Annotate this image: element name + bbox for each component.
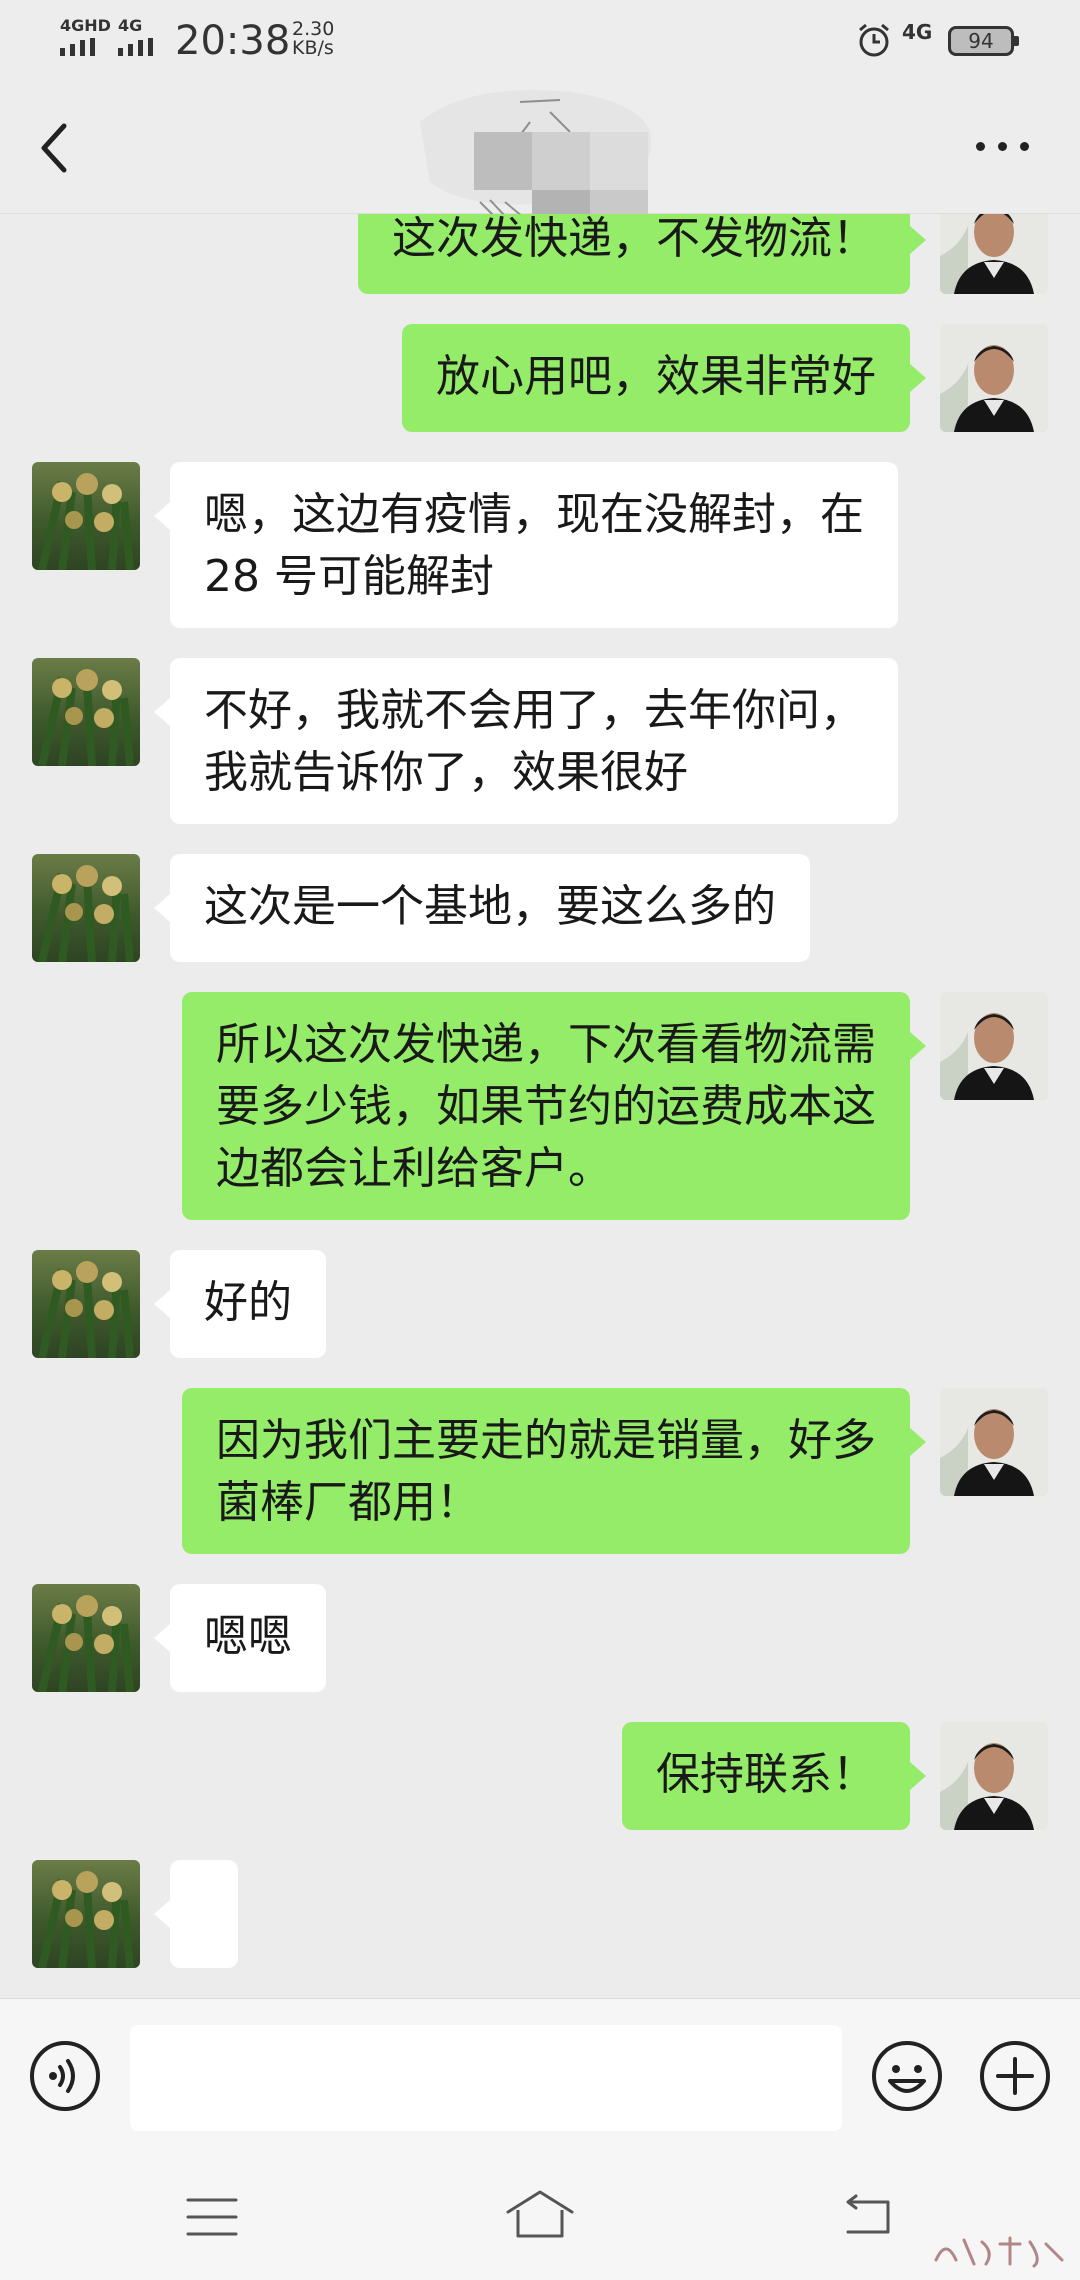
menu-icon[interactable]	[184, 2194, 240, 2240]
my-avatar[interactable]	[940, 214, 1048, 294]
message-row: 嗯，这边有疫情，现在没解封，在 28 号可能解封	[0, 462, 1080, 628]
message-row: 这次是一个基地，要这么多的	[0, 854, 1080, 962]
incoming-message-bubble[interactable]: 不好，我就不会用了，去年你问， 我就告诉你了，效果很好	[154, 658, 898, 824]
message-line: 放心用吧，效果非常好	[436, 351, 876, 402]
contact-avatar[interactable]	[32, 854, 140, 962]
message-line: 所以这次发快递，下次看看物流需	[216, 1019, 876, 1070]
alarm-icon	[859, 23, 889, 57]
message-line: 因为我们主要走的就是销量，好多	[216, 1415, 876, 1466]
message-line: 保持联系！	[656, 1749, 876, 1800]
network-type-1: 4GHD	[60, 16, 111, 35]
my-avatar[interactable]	[940, 992, 1048, 1100]
signal-bars-1-icon	[60, 38, 95, 56]
outgoing-message-bubble[interactable]: 因为我们主要走的就是销量，好多 菌棒厂都用！	[182, 1388, 926, 1554]
outgoing-message-bubble[interactable]: 这次发快递，不发物流！	[358, 214, 926, 294]
message-row: 这次发快递，不发物流！	[0, 214, 1080, 294]
back-icon[interactable]	[840, 2192, 896, 2240]
contact-avatar[interactable]	[32, 1584, 140, 1692]
emoji-icon[interactable]	[870, 2039, 944, 2113]
contact-avatar[interactable]	[32, 1860, 140, 1968]
message-line: 嗯嗯	[204, 1611, 292, 1662]
chevron-left-icon[interactable]	[30, 116, 80, 180]
message-line: 28 号可能解封	[204, 551, 494, 602]
message-input[interactable]	[130, 2025, 842, 2131]
message-line: 嗯，这边有疫情，现在没解封，在	[204, 489, 864, 540]
contact-avatar[interactable]	[32, 462, 140, 570]
outgoing-message-bubble[interactable]: 保持联系！	[622, 1722, 926, 1830]
more-dots-icon[interactable]	[968, 126, 1038, 166]
home-icon[interactable]	[504, 2188, 576, 2240]
status-bar: 4GHD 4G 20:38 2.30 KB/s 4G 94	[0, 0, 1080, 82]
my-avatar[interactable]	[940, 1388, 1048, 1496]
message-line: 菌棒厂都用！	[216, 1477, 480, 1528]
my-avatar[interactable]	[940, 324, 1048, 432]
message-row	[0, 1860, 1080, 1968]
my-avatar[interactable]	[940, 1722, 1048, 1830]
message-line: 要多少钱，如果节约的运费成本这	[216, 1081, 876, 1132]
battery-indicator: 94	[948, 26, 1019, 56]
contact-avatar[interactable]	[32, 658, 140, 766]
message-line: 我就告诉你了，效果很好	[204, 747, 688, 798]
message-row: 放心用吧，效果非常好	[0, 324, 1080, 432]
message-line: 边都会让利给客户。	[216, 1143, 612, 1194]
chat-title-bar	[0, 82, 1080, 248]
message-row: 因为我们主要走的就是销量，好多 菌棒厂都用！	[0, 1388, 1080, 1554]
contact-avatar[interactable]	[32, 1250, 140, 1358]
network-type-2: 4G	[118, 16, 143, 35]
outgoing-message-bubble[interactable]: 所以这次发快递，下次看看物流需 要多少钱，如果节约的运费成本这 边都会让利给客户。	[182, 992, 926, 1220]
plus-icon[interactable]	[978, 2039, 1052, 2113]
network-speed: 2.30 KB/s	[292, 20, 334, 58]
incoming-message-bubble[interactable]: 嗯嗯	[154, 1584, 326, 1692]
message-line: 不好，我就不会用了，去年你问，	[204, 685, 864, 736]
voice-icon[interactable]	[28, 2039, 102, 2113]
watermark-logo	[934, 2236, 1064, 2268]
incoming-message-bubble[interactable]: 这次是一个基地，要这么多的	[154, 854, 810, 962]
message-line: 这次发快递，不发物流！	[392, 214, 876, 264]
outgoing-message-bubble[interactable]: 放心用吧，效果非常好	[402, 324, 926, 432]
incoming-message-bubble[interactable]	[154, 1860, 238, 1968]
message-row: 不好，我就不会用了，去年你问， 我就告诉你了，效果很好	[0, 658, 1080, 824]
message-row: 所以这次发快递，下次看看物流需 要多少钱，如果节约的运费成本这 边都会让利给客户。	[0, 992, 1080, 1220]
message-list[interactable]: 这次发快递，不发物流！ 放心用吧，效果非常好嗯，这边有疫情，现在没解封，在 28 号…	[0, 214, 1080, 1998]
system-nav-bar	[0, 2148, 1080, 2280]
signal-bars-2-icon	[118, 38, 153, 56]
incoming-message-bubble[interactable]: 好的	[154, 1250, 326, 1358]
message-row: 嗯嗯	[0, 1584, 1080, 1692]
message-line: 这次是一个基地，要这么多的	[204, 881, 776, 932]
network-speed-unit: KB/s	[292, 37, 334, 59]
incoming-message-bubble[interactable]: 嗯，这边有疫情，现在没解封，在 28 号可能解封	[154, 462, 898, 628]
clock: 20:38	[175, 18, 291, 64]
message-line: 好的	[204, 1277, 292, 1328]
message-row: 保持联系！	[0, 1722, 1080, 1830]
network-type-right: 4G	[902, 20, 933, 44]
message-row: 好的	[0, 1250, 1080, 1358]
input-bar	[0, 1998, 1080, 2148]
